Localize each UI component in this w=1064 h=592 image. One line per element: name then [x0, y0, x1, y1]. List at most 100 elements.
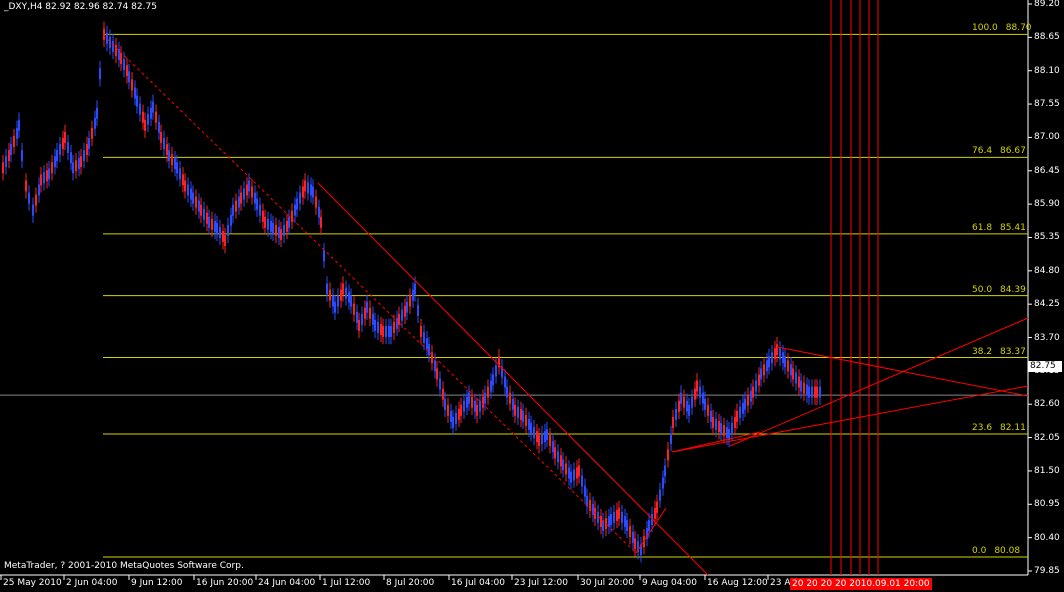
price-chart-canvas[interactable] [0, 0, 1064, 592]
candle-body [334, 301, 336, 313]
candle-body [267, 218, 269, 230]
candle-body [479, 400, 481, 412]
candle-body [86, 144, 88, 155]
fib-level-label: 61.8 85.41 [972, 223, 1026, 233]
candle-body [380, 323, 382, 335]
candle-body [504, 376, 506, 388]
candle-body [296, 198, 298, 210]
candle-body [312, 186, 314, 198]
candle-body [723, 425, 725, 436]
current-price-marker: 82.75 [1028, 361, 1062, 372]
candle-body [131, 79, 133, 91]
candle-body [592, 503, 594, 515]
candle-body [514, 404, 516, 416]
candle-body [190, 188, 192, 200]
candle-body [75, 160, 77, 172]
time-label: 8 Jul 20:00 [386, 578, 435, 588]
candle-body [166, 144, 168, 155]
candle-body [264, 216, 266, 228]
candle-body [350, 295, 352, 307]
candle-body [163, 138, 165, 149]
candle-body [136, 95, 138, 107]
candle-body [471, 396, 473, 408]
candle-body [549, 435, 551, 447]
candle-body [243, 188, 245, 200]
candle-body [605, 518, 607, 529]
candle-body [626, 520, 628, 531]
candle-body [731, 423, 733, 434]
candle-body [364, 307, 366, 319]
candle-body [54, 156, 56, 168]
candle-body [710, 410, 712, 422]
candle-body [694, 388, 696, 400]
candle-body [374, 319, 376, 331]
candle-body [466, 396, 468, 408]
candle-body [206, 212, 208, 224]
price-label: 81.50 [1034, 465, 1060, 476]
price-label: 88.65 [1034, 32, 1060, 43]
time-label: 23 Jul 12:00 [514, 578, 568, 588]
candle-body [59, 144, 61, 155]
candle-body [372, 313, 374, 325]
fib-level-label: 0.0 80.08 [972, 546, 1020, 556]
fib-level-label: 38.2 83.37 [972, 347, 1026, 357]
candle-body [452, 416, 454, 428]
candle-body [776, 344, 778, 356]
candle-body [126, 65, 128, 77]
candle-body [345, 287, 347, 299]
candle-body [758, 374, 760, 386]
candle-body [460, 404, 462, 416]
candle-body [522, 410, 524, 422]
candle-body [811, 386, 813, 398]
candle-body [541, 433, 543, 445]
candle-body [48, 168, 50, 180]
candle-body [192, 192, 194, 204]
candle-body [662, 477, 664, 489]
candle-body [393, 321, 395, 333]
candle-body [450, 410, 452, 422]
candle-body [779, 348, 781, 360]
candle-body [25, 180, 27, 192]
channel-lower-dashed-line [102, 34, 637, 554]
candle-body [83, 150, 85, 162]
fib-level-percent: 0.0 [972, 546, 987, 557]
candle-body [808, 386, 810, 398]
candle-body [752, 386, 754, 398]
candle-body [634, 538, 636, 550]
candle-body [144, 119, 146, 131]
candle-body [787, 360, 789, 372]
candle-body [219, 226, 221, 238]
candle-body [291, 210, 293, 222]
candle-body [184, 180, 186, 192]
candle-body [734, 416, 736, 428]
candle-body [251, 186, 253, 198]
chart-window[interactable]: _DXY,H4 82.92 82.96 82.74 82.75 MetaTrad… [0, 0, 1064, 592]
candle-body [739, 406, 741, 418]
price-label: 83.70 [1034, 332, 1060, 343]
candle-body [315, 196, 317, 208]
candle-body [621, 511, 623, 523]
candle-body [91, 127, 93, 139]
candle-body [294, 204, 296, 216]
candle-body [458, 408, 460, 420]
time-label: 16 Aug 12:00 [707, 578, 768, 588]
candle-body [230, 214, 232, 226]
fib-level-percent: 50.0 [972, 284, 993, 295]
fib-level-label: 50.0 84.39 [972, 285, 1026, 295]
candle-body [94, 117, 96, 129]
candle-body [406, 301, 408, 313]
candle-body [726, 427, 728, 438]
candle-body [581, 475, 583, 487]
candle-body [659, 489, 661, 501]
candle-body [356, 311, 358, 323]
candle-body [174, 158, 176, 170]
candle-body [790, 364, 792, 376]
candle-body [2, 162, 4, 174]
candle-body [208, 216, 210, 228]
candle-body [414, 283, 416, 295]
candle-body [442, 388, 444, 400]
candle-body [439, 378, 441, 390]
candle-body [118, 49, 120, 60]
candle-body [654, 507, 656, 519]
candle-body [656, 501, 658, 513]
